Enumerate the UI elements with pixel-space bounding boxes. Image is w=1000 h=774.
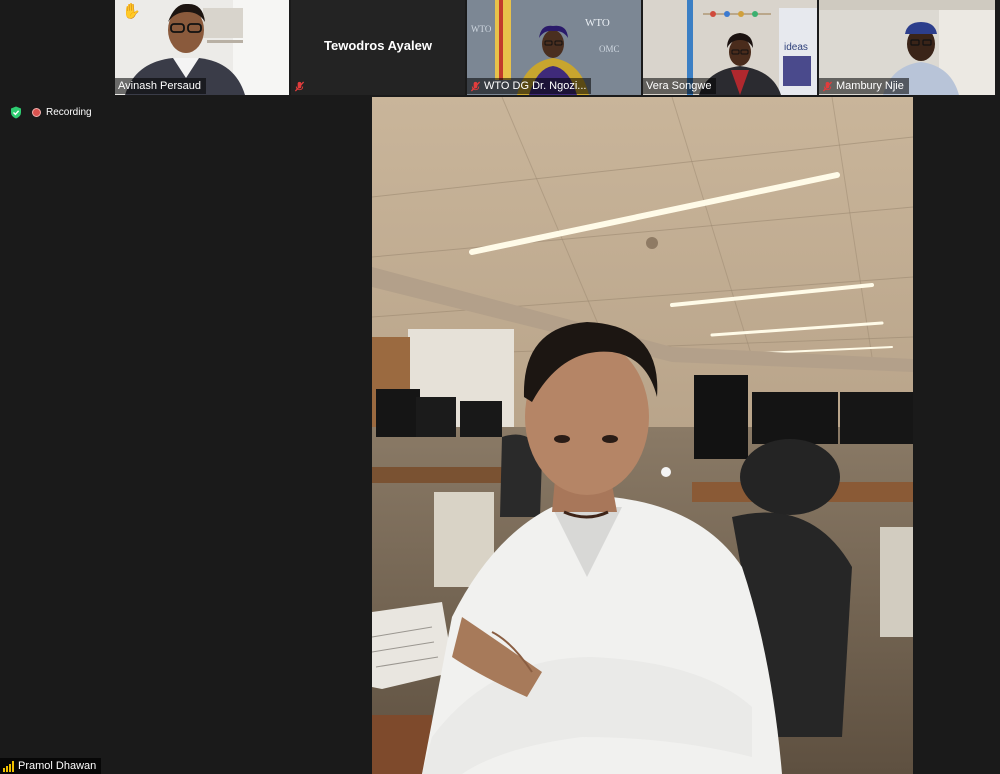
participant-name-label: Vera Songwe: [643, 78, 717, 94]
participant-name-center: Tewodros Ayalew: [324, 38, 432, 53]
participant-tile-mambury[interactable]: Mambury Njie: [819, 0, 995, 95]
svg-text:WTO: WTO: [585, 17, 610, 29]
mic-muted-icon: [294, 80, 305, 92]
participant-name: Vera Songwe: [646, 80, 712, 92]
recording-label: Recording: [46, 107, 92, 118]
speaker-video-frame: [372, 97, 913, 774]
participant-tile-vera[interactable]: ideas Vera Songwe: [643, 0, 817, 95]
participant-tile-tewodros[interactable]: Tewodros Ayalew: [291, 0, 465, 95]
active-speaker-video[interactable]: [372, 97, 913, 774]
participant-name-label: WTO DG Dr. Ngozi...: [467, 78, 592, 94]
active-speaker-label: Pramol Dhawan: [0, 758, 102, 774]
participant-name: Avinash Persaud: [118, 80, 201, 92]
participant-tile-wto-dg[interactable]: WTO OMC WTO WTO DG Dr. Ngozi...: [467, 0, 641, 95]
recording-indicator[interactable]: Recording: [32, 107, 92, 118]
participant-name: WTO DG Dr. Ngozi...: [484, 80, 587, 92]
mic-muted-icon: [470, 80, 481, 92]
participant-name: Mambury Njie: [836, 80, 904, 92]
svg-text:OMC: OMC: [599, 44, 620, 54]
participant-name-label: Mambury Njie: [819, 78, 909, 94]
mic-muted-icon: [822, 80, 833, 92]
svg-text:ideas: ideas: [784, 42, 808, 53]
shield-check-icon[interactable]: [10, 106, 22, 119]
participant-name-label: [291, 78, 310, 94]
participant-name-label: Avinash Persaud: [115, 78, 206, 94]
meeting-status-bar: Recording: [10, 106, 92, 119]
audio-level-icon: [3, 760, 14, 772]
active-speaker-name: Pramol Dhawan: [18, 760, 97, 772]
participant-tile-avinash[interactable]: ✋ Avinash Persaud: [115, 0, 289, 95]
svg-text:WTO: WTO: [471, 24, 492, 34]
raised-hand-icon: ✋: [122, 3, 141, 20]
recording-dot-icon: [32, 108, 41, 117]
